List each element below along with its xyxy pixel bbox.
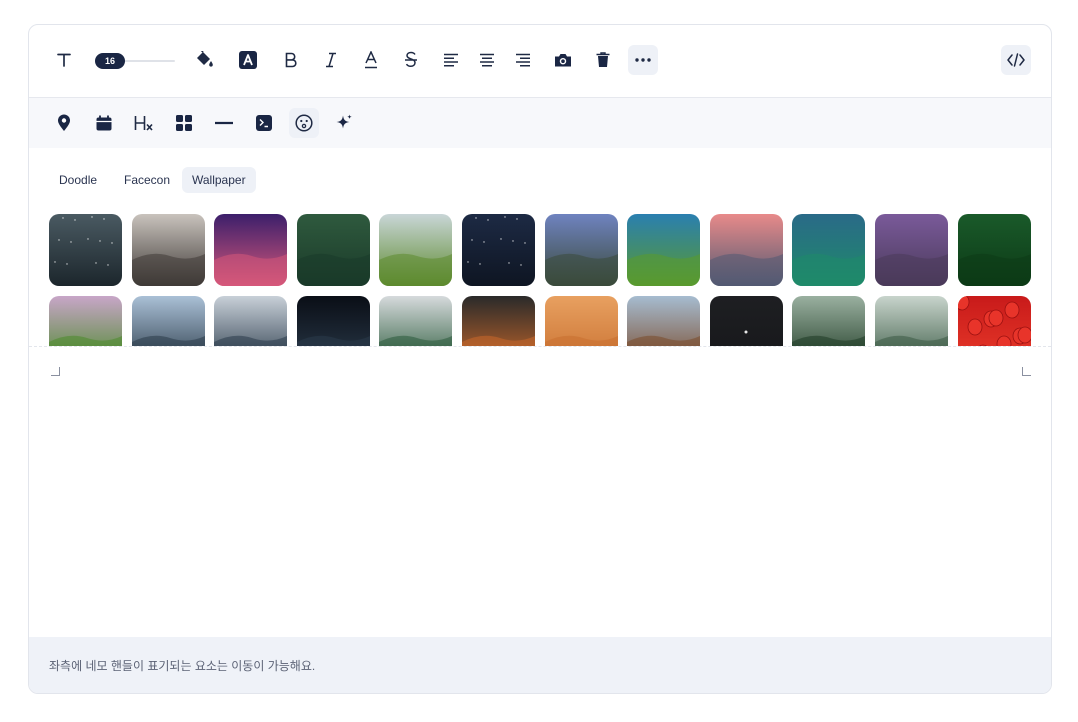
calendar-icon: [96, 115, 112, 131]
insert-code-block-button[interactable]: [249, 108, 279, 138]
editor-content-area[interactable]: [29, 346, 1051, 637]
strikethrough-icon: [404, 51, 418, 69]
font-size-slider[interactable]: 16: [95, 53, 175, 69]
bold-icon: [284, 52, 298, 68]
editor-container: 16 Doodle Facecon Wallpaper 좌측에 네모 핸들이 표…: [28, 24, 1052, 694]
wallpaper-thumbnail-koi-fish[interactable]: [462, 296, 535, 346]
text-highlight-icon: [239, 51, 257, 69]
wallpaper-thumbnail-mountain-lake[interactable]: [545, 214, 618, 286]
wallpaper-thumbnail-green-foliage[interactable]: [958, 214, 1031, 286]
wallpaper-thumbnail-pink-mountains[interactable]: [710, 214, 783, 286]
wallpaper-thumbnail-foggy-valley[interactable]: [875, 296, 948, 346]
text-background-button[interactable]: [233, 45, 263, 75]
sparkle-icon: [335, 114, 353, 132]
insert-heading-button[interactable]: [129, 108, 159, 138]
wallpaper-thumbnail-purple-rocky-shore[interactable]: [875, 214, 948, 286]
insert-map-button[interactable]: [49, 108, 79, 138]
wallpaper-thumbnail-city-aerial-dusk[interactable]: [214, 296, 287, 346]
wallpaper-thumbnail-forest-aerial-road[interactable]: [297, 214, 370, 286]
underline-button[interactable]: [356, 45, 386, 75]
wallpaper-thumbnail-grass-sunset[interactable]: [627, 214, 700, 286]
insert-emoji-button[interactable]: [289, 108, 319, 138]
tab-facecon[interactable]: Facecon: [114, 167, 180, 193]
wallpaper-thumbnail-sea-rock[interactable]: [627, 296, 700, 346]
wallpaper-thumbnail-seaside-town[interactable]: [132, 296, 205, 346]
ai-assist-button[interactable]: [329, 108, 359, 138]
wallpaper-gallery: [49, 214, 1033, 346]
wallpaper-thumbnail-green-hills[interactable]: [379, 214, 452, 286]
text-style-button[interactable]: [49, 45, 79, 75]
paint-bucket-icon: [194, 51, 214, 69]
heading-icon: [134, 115, 154, 131]
wallpaper-thumbnail-teal-mountain-field[interactable]: [792, 214, 865, 286]
insert-toolbar: [29, 98, 1051, 148]
align-right-icon: [515, 53, 531, 67]
camera-icon: [554, 52, 572, 68]
strikethrough-button[interactable]: [396, 45, 426, 75]
tab-doodle[interactable]: Doodle: [49, 167, 107, 193]
tab-wallpaper[interactable]: Wallpaper: [182, 167, 256, 193]
terminal-icon: [256, 115, 272, 131]
wallpaper-thumbnail-tall-trees[interactable]: [792, 296, 865, 346]
delete-button[interactable]: [588, 45, 618, 75]
formatting-toolbar: 16: [29, 25, 1051, 98]
underline-icon: [364, 51, 378, 69]
wallpaper-thumbnail-cliff-waterfall[interactable]: [49, 296, 122, 346]
editor-footer: 좌측에 네모 핸들이 표기되는 요소는 이동이 가능해요.: [29, 637, 1051, 693]
selection-corner-left: [51, 367, 60, 376]
insert-divider-button[interactable]: [209, 108, 239, 138]
footer-hint: 좌측에 네모 핸들이 표기되는 요소는 이동이 가능해요.: [49, 659, 316, 673]
italic-button[interactable]: [316, 45, 346, 75]
wallpaper-thumbnail-desert-road[interactable]: [132, 214, 205, 286]
insert-date-button[interactable]: [89, 108, 119, 138]
align-right-button[interactable]: [508, 45, 538, 75]
more-icon: [635, 58, 651, 62]
wallpaper-thumbnail-sunset-birds[interactable]: [545, 296, 618, 346]
horizontal-rule-icon: [215, 121, 233, 125]
align-left-icon: [443, 53, 459, 67]
wallpaper-thumbnail-earth-at-night[interactable]: [297, 296, 370, 346]
align-center-icon: [479, 53, 495, 67]
emoji-icon: [295, 114, 313, 132]
text-icon: [56, 52, 72, 68]
source-code-button[interactable]: [1001, 45, 1031, 75]
trash-icon: [596, 52, 610, 68]
wallpaper-thumbnail-starry-lake[interactable]: [462, 214, 535, 286]
selection-corner-right: [1022, 367, 1031, 376]
more-options-button[interactable]: [628, 45, 658, 75]
fill-color-button[interactable]: [189, 45, 219, 75]
wallpaper-thumbnail-purple-galaxy[interactable]: [214, 214, 287, 286]
insert-layout-button[interactable]: [169, 108, 199, 138]
wallpaper-thumbnail-dark-moon[interactable]: [710, 296, 783, 346]
wallpaper-thumbnail-strawberries[interactable]: [958, 296, 1031, 346]
wallpaper-thumbnail-night-sky-stars[interactable]: [49, 214, 122, 286]
code-icon: [1007, 53, 1025, 67]
align-center-button[interactable]: [472, 45, 502, 75]
wallpaper-thumbnail-misty-forest[interactable]: [379, 296, 452, 346]
italic-icon: [325, 52, 337, 68]
map-pin-icon: [57, 114, 71, 132]
font-size-value[interactable]: 16: [95, 53, 125, 69]
bold-button[interactable]: [276, 45, 306, 75]
align-left-button[interactable]: [436, 45, 466, 75]
grid-icon: [176, 115, 192, 131]
insert-image-button[interactable]: [548, 45, 578, 75]
